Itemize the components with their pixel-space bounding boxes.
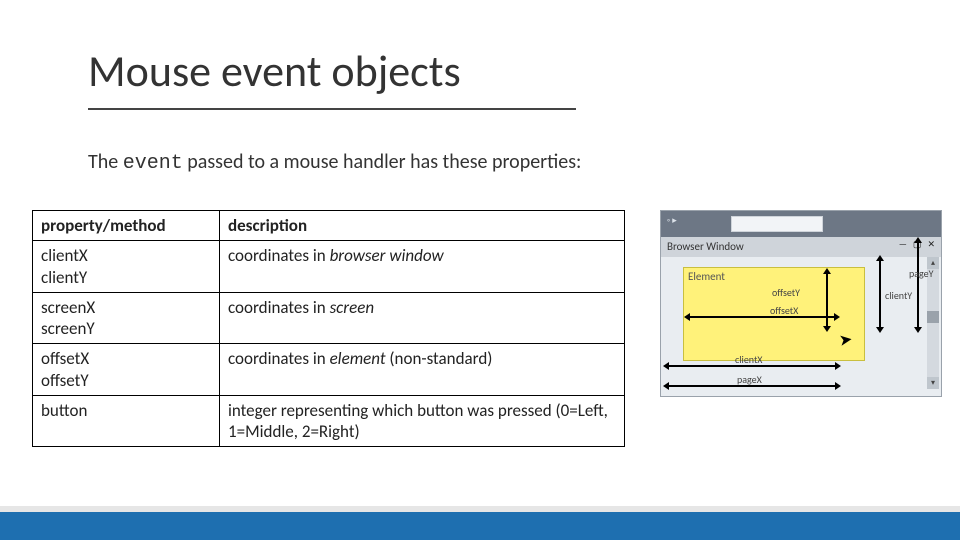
arrow-down-icon xyxy=(823,326,831,332)
arrow-down-icon xyxy=(914,327,922,333)
th-property: property/method xyxy=(33,211,220,241)
table-row: button integer representing which button… xyxy=(33,395,625,447)
clienty-label: clientY xyxy=(885,289,912,302)
table-row: screenXscreenY coordinates in screen xyxy=(33,292,625,344)
cell-desc-2: coordinates in element (non-standard) xyxy=(220,344,625,396)
tab-label-icon: ◦ ▸ xyxy=(667,215,677,226)
properties-table: property/method description clientXclien… xyxy=(32,210,625,447)
intro-before: The xyxy=(88,150,123,174)
cell-desc-3: integer representing which button was pr… xyxy=(220,395,625,447)
scroll-thumb xyxy=(927,311,939,323)
table-row: offsetXoffsetY coordinates in element (n… xyxy=(33,344,625,396)
pagey-arrow xyxy=(917,241,919,331)
screen-box: ◦ ▸ Browser Window — ▢ ✕ ▴ ▾ Element off… xyxy=(660,210,942,397)
intro-code: event xyxy=(123,152,183,175)
clienty-arrow xyxy=(879,259,881,331)
element-label: Element xyxy=(688,270,725,283)
arrow-left-icon xyxy=(663,382,669,390)
th-description: description xyxy=(220,211,625,241)
arrow-up-icon xyxy=(876,255,884,261)
scroll-down-icon: ▾ xyxy=(927,377,939,389)
arrow-down-icon xyxy=(876,327,884,333)
cell-prop-0: clientXclientY xyxy=(33,241,220,293)
cell-prop-1: screenXscreenY xyxy=(33,292,220,344)
slide: Mouse event objects The event passed to … xyxy=(0,0,960,540)
intro-after: passed to a mouse handler has these prop… xyxy=(183,150,582,174)
pagex-label: pageX xyxy=(737,373,762,386)
coordinates-diagram: ◦ ▸ Browser Window — ▢ ✕ ▴ ▾ Element off… xyxy=(660,210,940,395)
clientx-label: clientX xyxy=(735,353,763,366)
arrow-right-icon xyxy=(835,362,841,370)
cell-desc-1: coordinates in screen xyxy=(220,292,625,344)
browser-chrome-bar: ◦ ▸ xyxy=(661,211,941,237)
offsety-arrow xyxy=(826,272,828,330)
cell-prop-3: button xyxy=(33,395,220,447)
element-box: Element offsetX offsetY ➤ xyxy=(683,267,865,361)
offsety-label: offsetY xyxy=(772,286,800,299)
arrow-left-icon xyxy=(663,362,669,370)
intro-text: The event passed to a mouse handler has … xyxy=(88,150,581,175)
title-underline xyxy=(88,108,576,110)
offsetx-label: offsetX xyxy=(770,304,798,317)
table-row: clientXclientY coordinates in browser wi… xyxy=(33,241,625,293)
arrow-right-icon xyxy=(834,313,840,321)
address-bar xyxy=(731,216,823,232)
offsetx-arrow xyxy=(688,316,838,318)
arrow-up-icon xyxy=(914,237,922,243)
cell-desc-0: coordinates in browser window xyxy=(220,241,625,293)
arrow-right-icon xyxy=(835,382,841,390)
arrow-up-icon xyxy=(823,268,831,274)
cell-prop-2: offsetXoffsetY xyxy=(33,344,220,396)
footer-bar xyxy=(0,512,960,540)
pagey-label: pageY xyxy=(909,267,934,280)
slide-title: Mouse event objects xyxy=(88,44,461,98)
table-header-row: property/method description xyxy=(33,211,625,241)
cursor-icon: ➤ xyxy=(838,329,854,351)
arrow-left-icon xyxy=(684,313,690,321)
